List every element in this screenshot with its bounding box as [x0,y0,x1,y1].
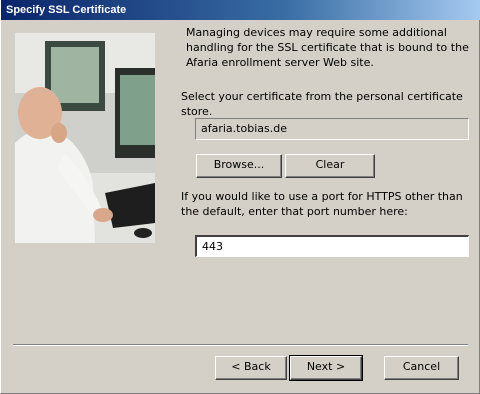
clear-button[interactable]: Clear [285,154,375,178]
wizard-side-image [15,33,155,243]
office-worker-illustration [15,33,155,243]
ssl-certificate-dialog: Specify SSL Certificate Managing devices… [0,0,480,394]
port-input[interactable]: 443 [195,235,469,257]
title-bar: Specify SSL Certificate [1,0,480,20]
cancel-button[interactable]: Cancel [384,356,459,380]
select-certificate-label: Select your certificate from the persona… [181,90,463,118]
certificate-field: afaria.tobias.de [195,118,469,140]
browse-button[interactable]: Browse... [196,154,282,178]
intro-text: Managing devices may require some additi… [186,26,469,69]
back-button[interactable]: < Back [215,356,287,380]
next-button[interactable]: Next > [289,355,363,381]
port-label: If you would like to use a port for HTTP… [181,190,463,218]
footer-separator [13,344,468,346]
